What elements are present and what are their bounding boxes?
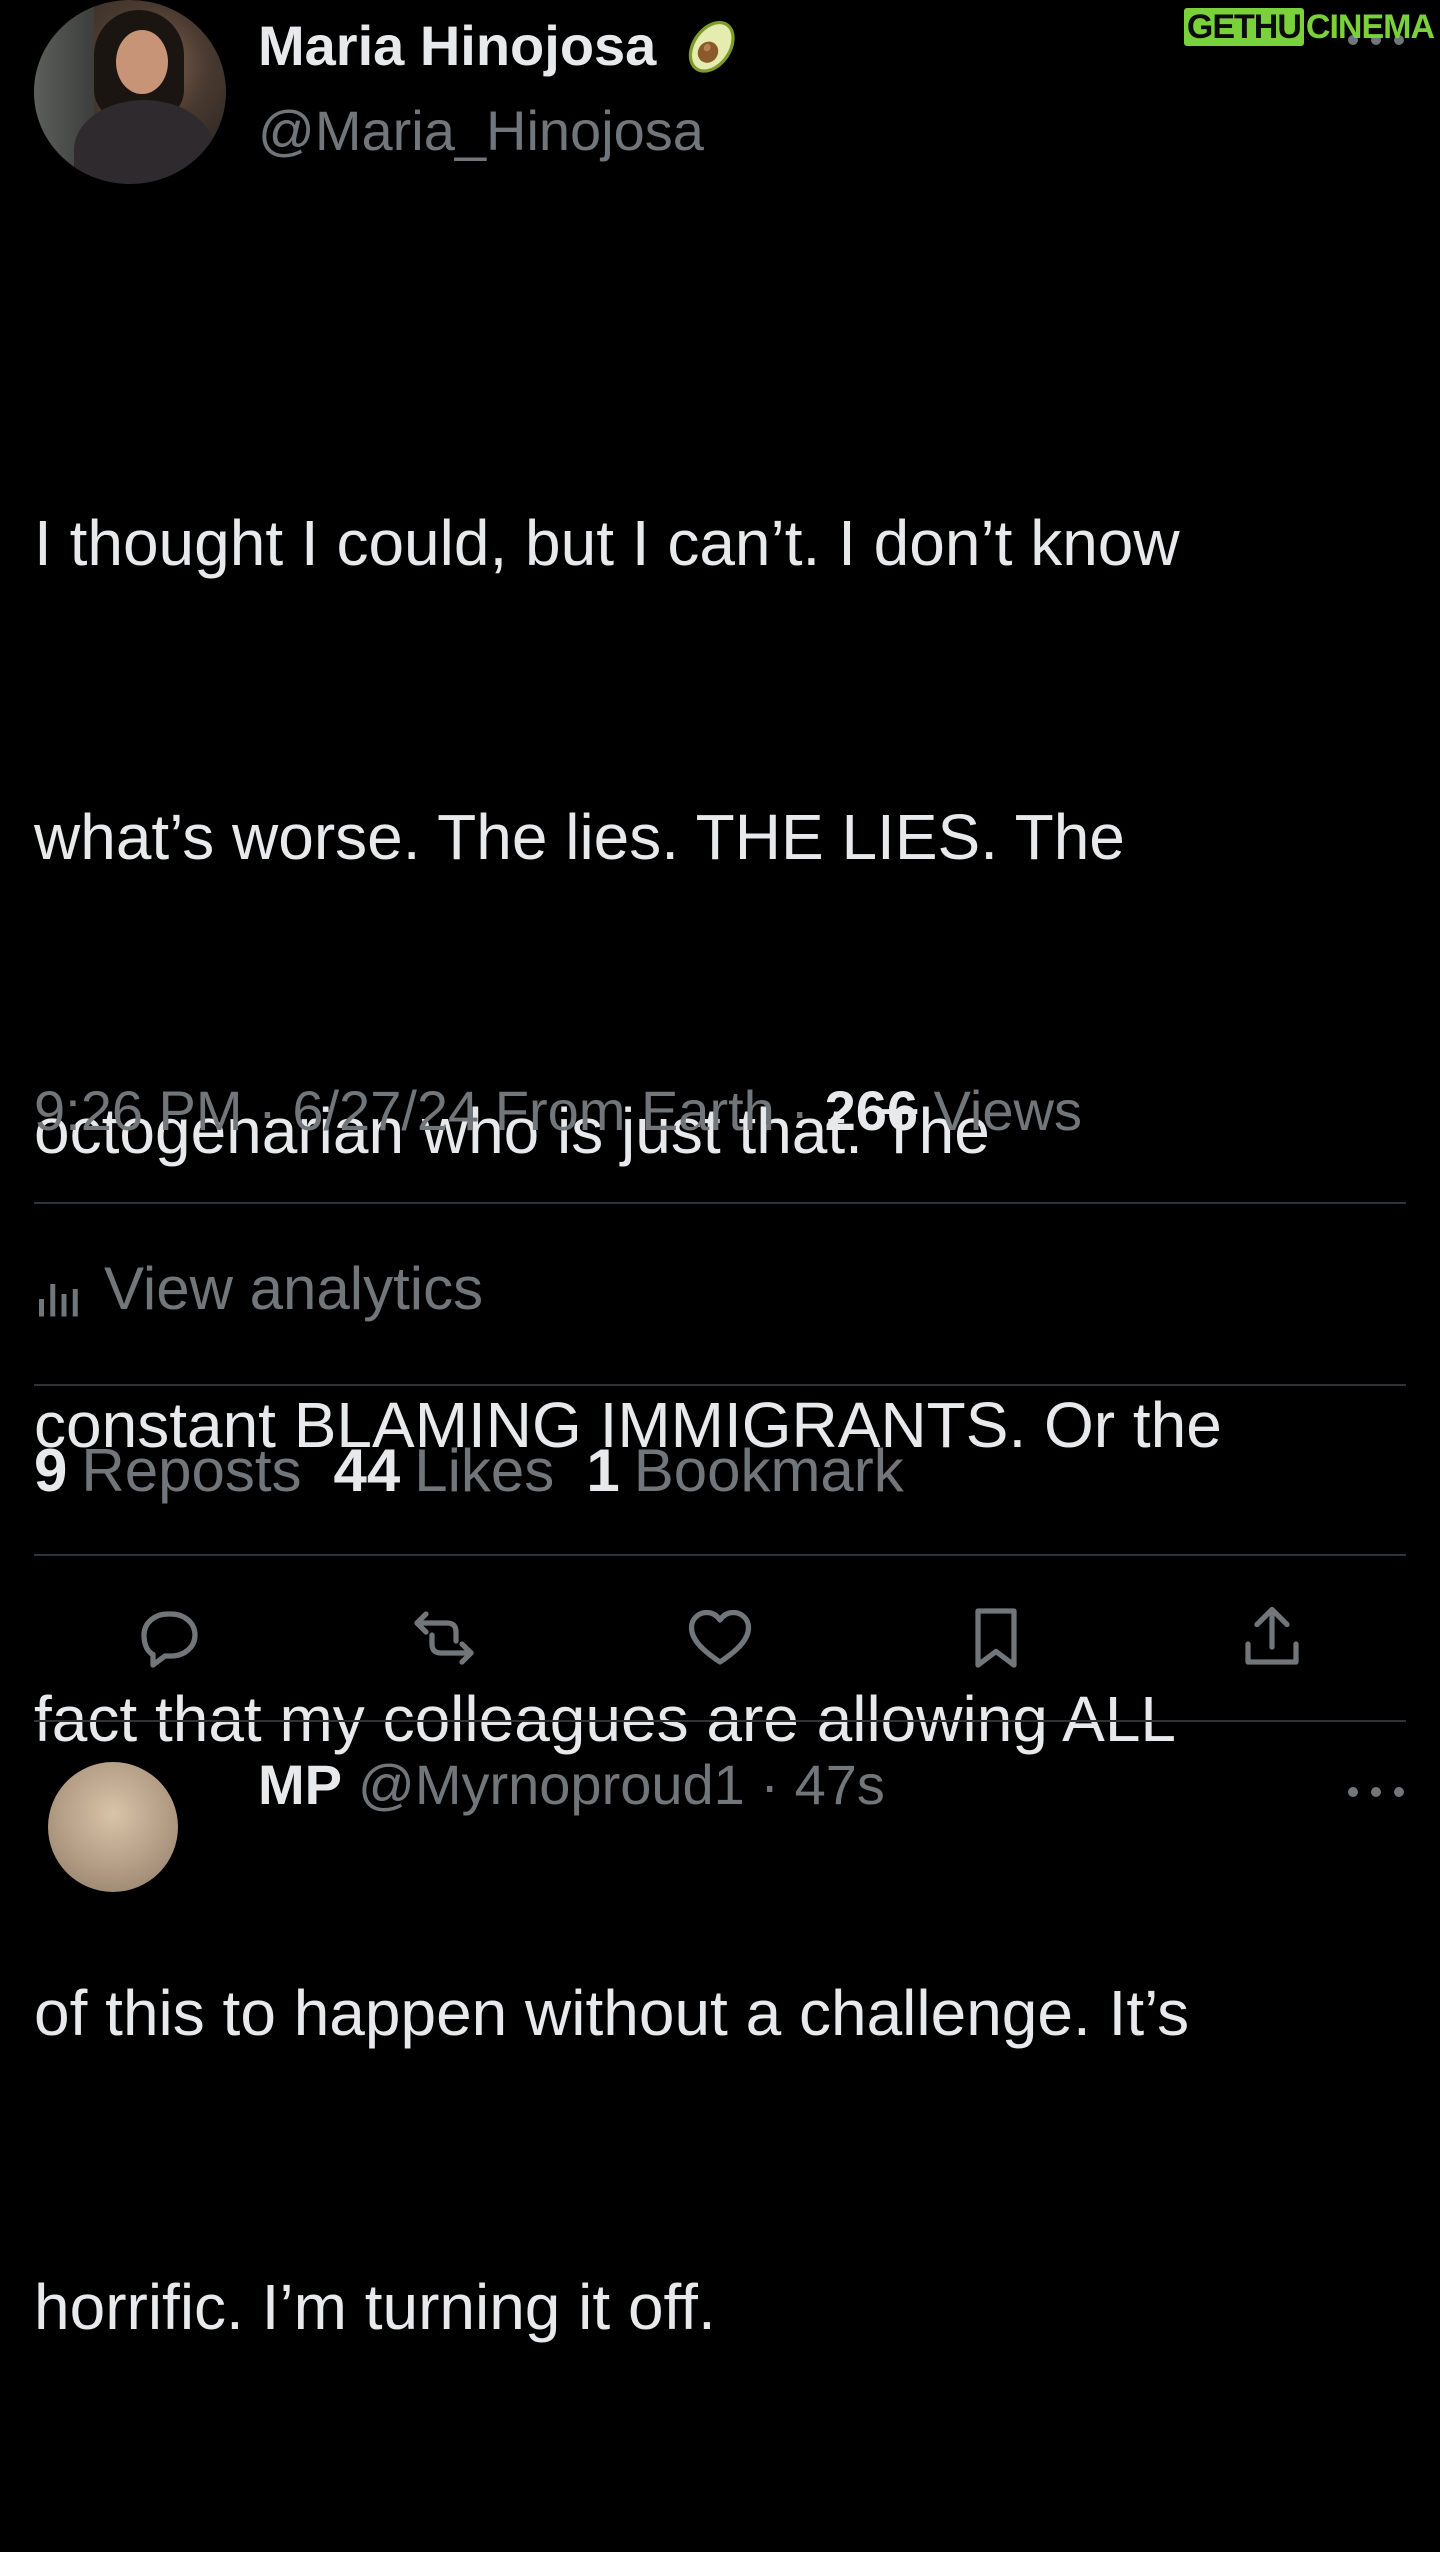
bookmark-icon <box>975 1608 1017 1668</box>
author-avatar[interactable] <box>34 0 226 184</box>
tweet-text-line: horrific. I’m turning it off. <box>34 2271 716 2343</box>
tweet-text-line: I thought I could, but I can’t. I don’t … <box>34 507 1180 579</box>
author-name-row: Maria Hinojosa <box>258 10 748 80</box>
avocado-icon <box>689 20 736 73</box>
engagement-stats: 9 Reposts 44 Likes 1 Bookmark <box>34 1436 936 1505</box>
likes-stat[interactable]: 44 Likes <box>333 1436 554 1505</box>
view-analytics-label: View analytics <box>104 1255 484 1322</box>
reposts-label: Reposts <box>81 1437 302 1504</box>
meta-separator: · <box>258 1079 277 1142</box>
tweet-text-line: what’s worse. The lies. THE LIES. The <box>34 801 1125 873</box>
view-analytics-button[interactable]: View analytics <box>34 1254 483 1323</box>
divider <box>34 1384 1406 1386</box>
tweet-detail: Maria Hinojosa @Maria_Hinojosa GETHU CINE… <box>0 0 1440 2343</box>
reply-header: MP @Myrnoproud1 · 47s <box>258 1752 885 1817</box>
divider <box>34 1554 1406 1556</box>
meta-separator: · <box>790 1079 810 1142</box>
reply-button[interactable] <box>130 1600 206 1676</box>
tweet-source: From Earth <box>494 1079 775 1142</box>
tweet-date[interactable]: 6/27/24 <box>292 1079 479 1142</box>
author-handle[interactable]: @Maria_Hinojosa <box>258 98 704 163</box>
likes-count: 44 <box>333 1437 401 1504</box>
repost-button[interactable] <box>406 1600 482 1676</box>
divider <box>34 1202 1406 1204</box>
reply-icon <box>141 1611 198 1668</box>
watermark-logo: GETHU CINEMA <box>1183 8 1435 47</box>
reply-more-options-icon[interactable] <box>1348 1782 1404 1802</box>
share-icon <box>1245 1606 1299 1665</box>
watermark-part-a: GETHU <box>1183 8 1304 46</box>
bookmarks-label: Bookmark <box>633 1437 904 1504</box>
bookmarks-stat[interactable]: 1 Bookmark <box>586 1436 903 1505</box>
reposts-stat[interactable]: 9 Reposts <box>34 1436 301 1505</box>
reply-author-avatar[interactable] <box>48 1762 178 1892</box>
tweet-text-line: of this to happen without a challenge. I… <box>34 1977 1190 2049</box>
share-button[interactable] <box>1234 1600 1310 1676</box>
action-bar <box>130 1600 1310 1676</box>
bookmark-button[interactable] <box>958 1600 1034 1676</box>
reposts-count: 9 <box>34 1437 68 1504</box>
like-button[interactable] <box>682 1600 758 1676</box>
author-display-name[interactable]: Maria Hinojosa <box>258 13 656 78</box>
likes-label: Likes <box>414 1437 555 1504</box>
repost-icon <box>414 1611 474 1665</box>
analytics-bars-icon <box>39 1283 78 1316</box>
views-count: 266 <box>824 1079 919 1142</box>
reply-author-handle[interactable]: @Myrnoproud1 · 47s <box>358 1753 885 1816</box>
views-label: Views <box>933 1079 1082 1142</box>
tweet-meta: 9:26 PM · 6/27/24 From Earth · 266 Views <box>34 1078 1082 1143</box>
tweet-time[interactable]: 9:26 PM <box>34 1079 243 1142</box>
reply-author-name[interactable]: MP <box>258 1753 342 1816</box>
heart-icon <box>688 1609 752 1665</box>
divider <box>34 1720 1406 1722</box>
bookmarks-count: 1 <box>586 1437 620 1504</box>
watermark-part-b: CINEMA <box>1305 8 1435 46</box>
tweet-text: I thought I could, but I can’t. I don’t … <box>34 298 1414 2552</box>
